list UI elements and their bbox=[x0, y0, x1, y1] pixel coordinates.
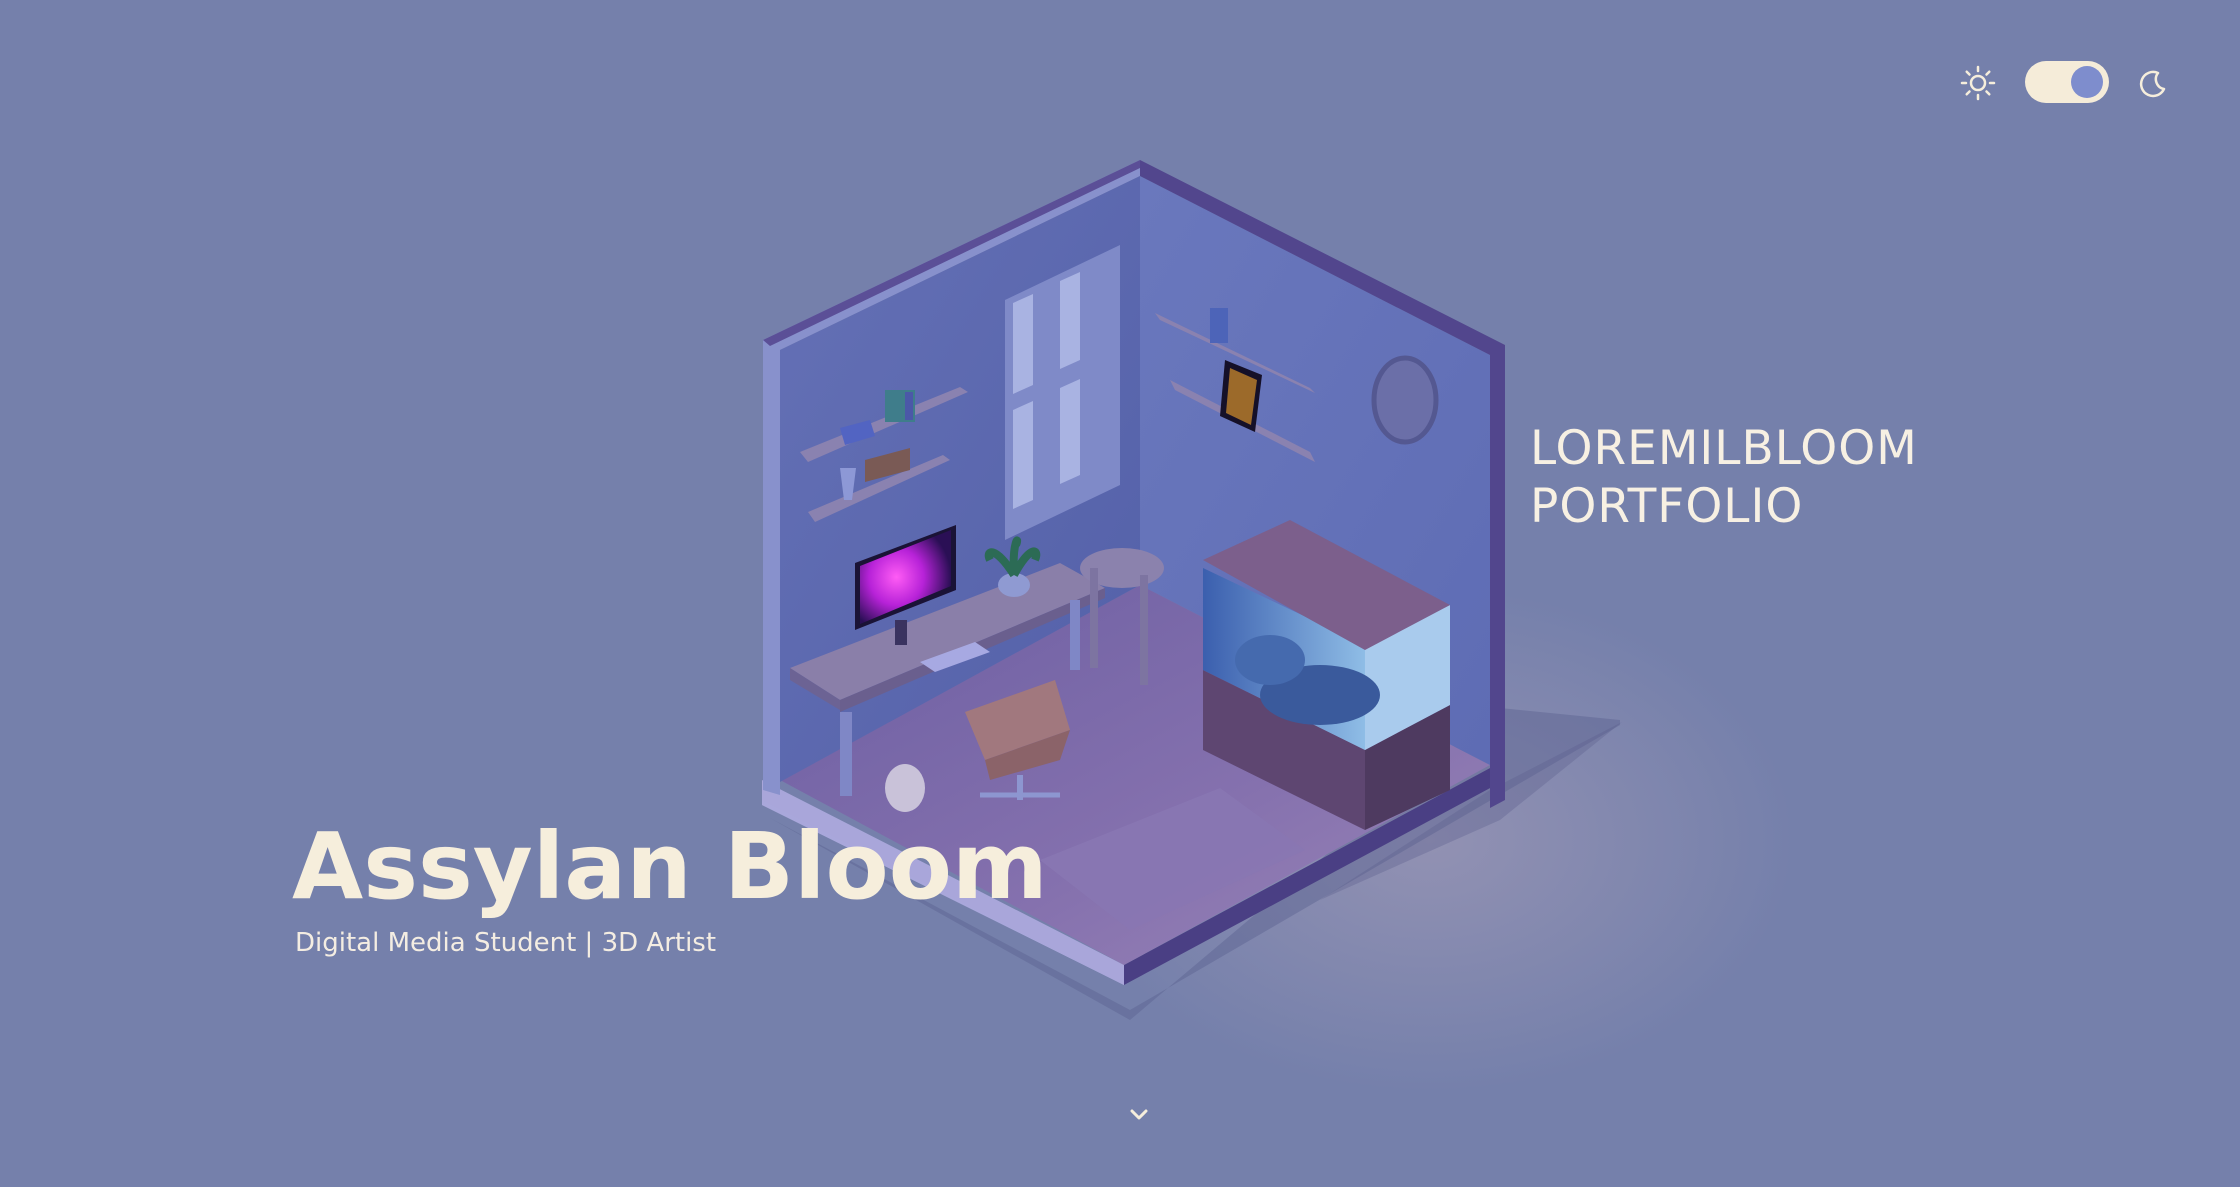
desk-leg bbox=[840, 712, 852, 796]
moon-icon[interactable] bbox=[2134, 65, 2170, 101]
window-pane-1 bbox=[1013, 294, 1033, 394]
trash-bin bbox=[885, 764, 925, 812]
theme-toggle-group bbox=[1960, 55, 2180, 111]
window-pane-2 bbox=[1060, 272, 1080, 369]
portfolio-title-line2: PORTFOLIO bbox=[1530, 479, 1804, 534]
isometric-room-illustration bbox=[762, 160, 1622, 1020]
books-right bbox=[1210, 308, 1228, 343]
portfolio-title: LOREMILBLOOM PORTFOLIO bbox=[1530, 420, 1918, 536]
hero-section: LOREMILBLOOM PORTFOLIO Assylan Bloom Dig… bbox=[0, 0, 2240, 1187]
sun-icon[interactable] bbox=[1960, 65, 1996, 101]
hero-name: Assylan Bloom bbox=[292, 813, 1048, 920]
window-pane-3 bbox=[1013, 401, 1033, 509]
wall-clock bbox=[1371, 355, 1439, 445]
window-pane-4 bbox=[1060, 379, 1080, 484]
chevron-down-icon[interactable] bbox=[1124, 1100, 1154, 1130]
theme-toggle-knob bbox=[2071, 66, 2103, 98]
portfolio-title-line1: LOREMILBLOOM bbox=[1530, 421, 1918, 476]
theme-toggle-switch[interactable] bbox=[2025, 61, 2109, 103]
hero-subtitle: Digital Media Student | 3D Artist bbox=[295, 928, 717, 958]
plant-pot bbox=[998, 573, 1030, 597]
